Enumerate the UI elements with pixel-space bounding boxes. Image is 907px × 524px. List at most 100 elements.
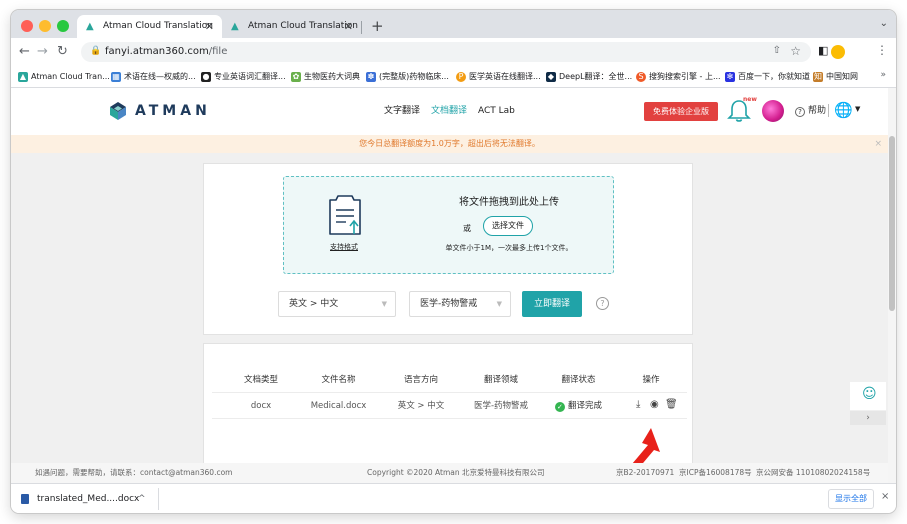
upload-card: 支持格式 将文件拖拽到此处上传 或 选择文件 单文件小于1M，一次最多上传1个文… [203,163,693,335]
close-tab-icon[interactable]: ✕ [205,15,214,38]
column-header: 翻译领域 [483,375,518,385]
bookmarks-overflow-button[interactable]: » [880,70,886,80]
profile-avatar[interactable] [831,45,845,59]
bookmark-item[interactable]: 知中国知网 [813,70,858,84]
tab-title: Atman Cloud Translation [248,21,358,31]
dropzone-title: 将文件拖拽到此处上传 [459,197,559,208]
bookmark-item[interactable]: ▲ Atman Cloud Tran... [18,70,110,84]
logo-text[interactable]: ATMAN [135,102,211,120]
user-avatar[interactable] [762,100,784,122]
column-header: 文件名称 [321,375,356,385]
atman-logo-icon[interactable] [108,101,128,121]
zoom-window-button[interactable] [57,20,69,32]
back-arrow-icon[interactable]: ← [19,44,30,60]
p-icon: P [456,72,466,82]
minimize-window-button[interactable] [39,20,51,32]
notice-text: 您今日总翻译额度为1.0万字，超出后将无法翻译。 [359,139,540,148]
quota-notice: 您今日总翻译额度为1.0万字，超出后将无法翻译。 × [11,135,888,153]
downloaded-file[interactable]: translated_Med....docx [19,489,139,509]
new-tab-button[interactable]: + [371,17,384,35]
tab-atman-2[interactable]: ▲ Atman Cloud Translation ✕ [222,15,361,38]
site-footer: 如遇问题，需要帮助，请联系：contact@atman360.com Copyr… [11,463,888,483]
dropzone-or: 或 [463,224,471,233]
page-scrollbar[interactable] [888,88,896,483]
footer-police[interactable]: 京公网安备 11010802024158号 [756,463,870,483]
cell-domain: 医学-药物警戒 [473,401,529,411]
close-icon[interactable]: × [881,491,889,502]
more-menu-icon[interactable]: ⋮ [876,43,888,57]
scrollbar-thumb[interactable] [889,136,895,311]
cell-name: Medical.docx [310,401,367,411]
nav-act-lab[interactable]: ACT Lab [478,105,515,117]
site-header: ATMAN 文字翻译 文档翻译 ACT Lab 免费体验企业版 new ? 帮助 … [11,88,888,135]
cnki-icon: 知 [813,72,823,82]
nav-document-translation[interactable]: 文档翻译 [431,105,467,117]
globe-icon[interactable]: 🌐 [834,101,853,119]
file-dropzone[interactable]: 支持格式 将文件拖拽到此处上传 或 选择文件 单文件小于1M，一次最多上传1个文… [283,176,614,274]
close-window-button[interactable] [21,20,33,32]
atman-icon: ▲ [18,72,28,82]
preview-eye-icon[interactable]: ◉ [650,399,659,411]
help-icon[interactable]: ? [596,297,609,310]
column-header: 操作 [642,375,660,385]
grid-icon: ▦ [111,72,121,82]
bookmark-item[interactable]: P 医学英语在线翻译... [456,70,541,84]
forward-arrow-icon[interactable]: → [37,44,48,60]
bookmark-item[interactable]: ● 专业英语词汇翻译... [201,70,286,84]
column-header: 翻译状态 [561,375,596,385]
files-table: 文档类型 文件名称 语言方向 翻译领域 翻译状态 操作 docx Medical… [203,343,693,463]
caret-down-icon[interactable]: ▼ [855,105,860,113]
browser-window: ▲ Atman Cloud Translation ✕ ▲ Atman Clou… [11,10,896,513]
trash-icon[interactable]: 🗑 [665,399,678,411]
word-document-icon [21,494,29,504]
address-bar[interactable]: 🔒 fanyi.atman360.com/file ⇧ ☆ [81,42,811,62]
bookmark-item[interactable]: S 搜狗搜索引擎 - 上... [636,70,721,84]
help-link[interactable]: ? 帮助 [795,105,826,117]
tab-atman-1[interactable]: ▲ Atman Cloud Translation ✕ [77,15,222,38]
column-header: 语言方向 [403,375,438,385]
show-all-button[interactable]: 显示全部 [828,489,874,509]
page-content: ATMAN 文字翻译 文档翻译 ACT Lab 免费体验企业版 new ? 帮助 … [11,88,888,513]
column-header: 文档类型 [243,375,278,385]
translate-now-button[interactable]: 立即翻译 [522,291,582,317]
status-badge: ✓ 翻译完成 [541,400,616,412]
footer-icp[interactable]: 京ICP备16008178号 [679,463,752,483]
sidebar-icon[interactable]: ◧ [818,44,828,57]
tab-strip: ▲ Atman Cloud Translation ✕ ▲ Atman Clou… [11,10,896,38]
bookmark-star-icon[interactable]: ☆ [790,44,801,58]
bookmark-item[interactable]: ✽ (完整版)药物临床... [366,70,449,84]
chevron-up-icon[interactable]: ^ [138,489,146,509]
download-icon[interactable]: ⤓ [636,399,640,411]
language-direction-select[interactable]: 英文 > 中文 ▼ [278,291,396,317]
leaf-icon: ✿ [291,72,301,82]
close-icon[interactable]: × [874,135,882,153]
row-divider [212,392,687,393]
free-enterprise-trial-button[interactable]: 免费体验企业版 [644,102,718,121]
paw-icon: ✽ [366,72,376,82]
deepl-icon: ◆ [546,72,556,82]
baidu-icon: ✻ [725,72,735,82]
url-text[interactable]: fanyi.atman360.com/file [105,42,227,62]
translation-domain-select[interactable]: 医学-药物警戒 ▼ [409,291,511,317]
reload-icon[interactable]: ↻ [57,44,68,60]
help-circle-icon: ? [795,107,805,117]
globe-icon: ● [201,72,211,82]
bookmark-item[interactable]: ▦ 术语在线—权威的... [111,70,196,84]
nav-text-translation[interactable]: 文字翻译 [384,105,420,117]
bookmark-item[interactable]: ◆ DeepL翻译：全世... [546,70,632,84]
choose-file-button[interactable]: 选择文件 [483,216,533,236]
widget-expand-button[interactable]: › [850,411,886,425]
download-divider [158,488,159,510]
lock-icon[interactable]: 🔒 [90,46,101,56]
tab-search-icon[interactable]: ⌄ [880,18,888,29]
footer-copyright: Copyright ©2020 Atman 北京爱特曼科技有限公司 [367,468,545,477]
customer-service-widget[interactable]: ☺ [850,382,886,410]
file-upload-icon [329,195,361,235]
close-tab-icon[interactable]: ✕ [344,15,353,38]
supported-formats-link[interactable]: 支持格式 [330,242,358,252]
footer-contact: 如遇问题，需要帮助，请联系：contact@atman360.com [35,468,233,477]
bookmark-item[interactable]: ✿ 生物医药大词典 [291,70,360,84]
bookmark-item[interactable]: ✻ 百度一下，你就知道 [725,70,810,84]
bookmarks-bar: ▲ Atman Cloud Tran... ▦ 术语在线—权威的... ● 专业英语词… [11,66,896,88]
share-icon[interactable]: ⇧ [773,45,781,56]
